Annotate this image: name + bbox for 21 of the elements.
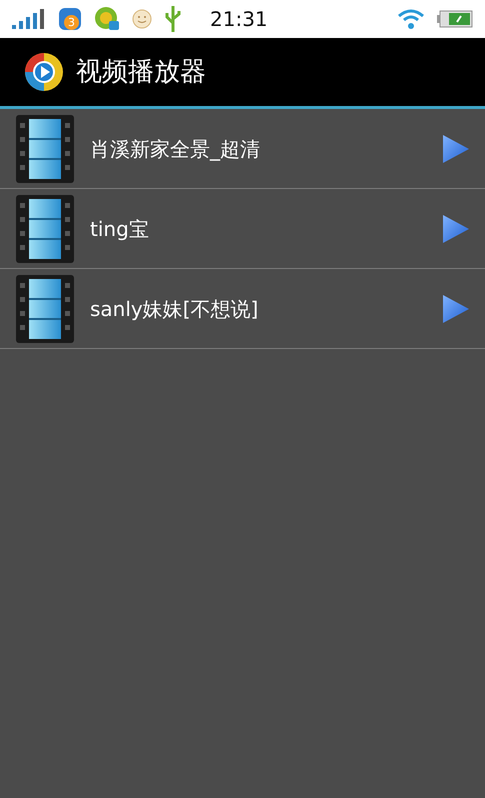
smiley-icon (132, 9, 152, 29)
signal-icon (12, 9, 46, 29)
play-icon[interactable] (443, 294, 469, 322)
usb-icon (164, 5, 182, 33)
wifi-icon (397, 8, 425, 30)
play-icon[interactable] (443, 214, 469, 242)
video-item[interactable]: ting宝 (0, 189, 485, 269)
film-icon (16, 274, 74, 342)
video-item[interactable]: sanly妹妹[不想说] (0, 269, 485, 349)
video-title: sanly妹妹[不想说] (90, 296, 260, 322)
video-item[interactable]: 肖溪新家全景_超清 (0, 109, 485, 189)
film-icon (16, 194, 74, 262)
app-title: 视频播放器 (76, 56, 206, 88)
app-logo-icon (24, 52, 64, 92)
globe-icon (94, 6, 120, 32)
clock: 21:31 (210, 6, 268, 33)
video-title: ting宝 (90, 216, 150, 242)
film-icon (16, 114, 74, 182)
play-icon[interactable] (443, 134, 469, 162)
video-title: 肖溪新家全景_超清 (90, 136, 261, 163)
battery-icon (437, 10, 473, 28)
